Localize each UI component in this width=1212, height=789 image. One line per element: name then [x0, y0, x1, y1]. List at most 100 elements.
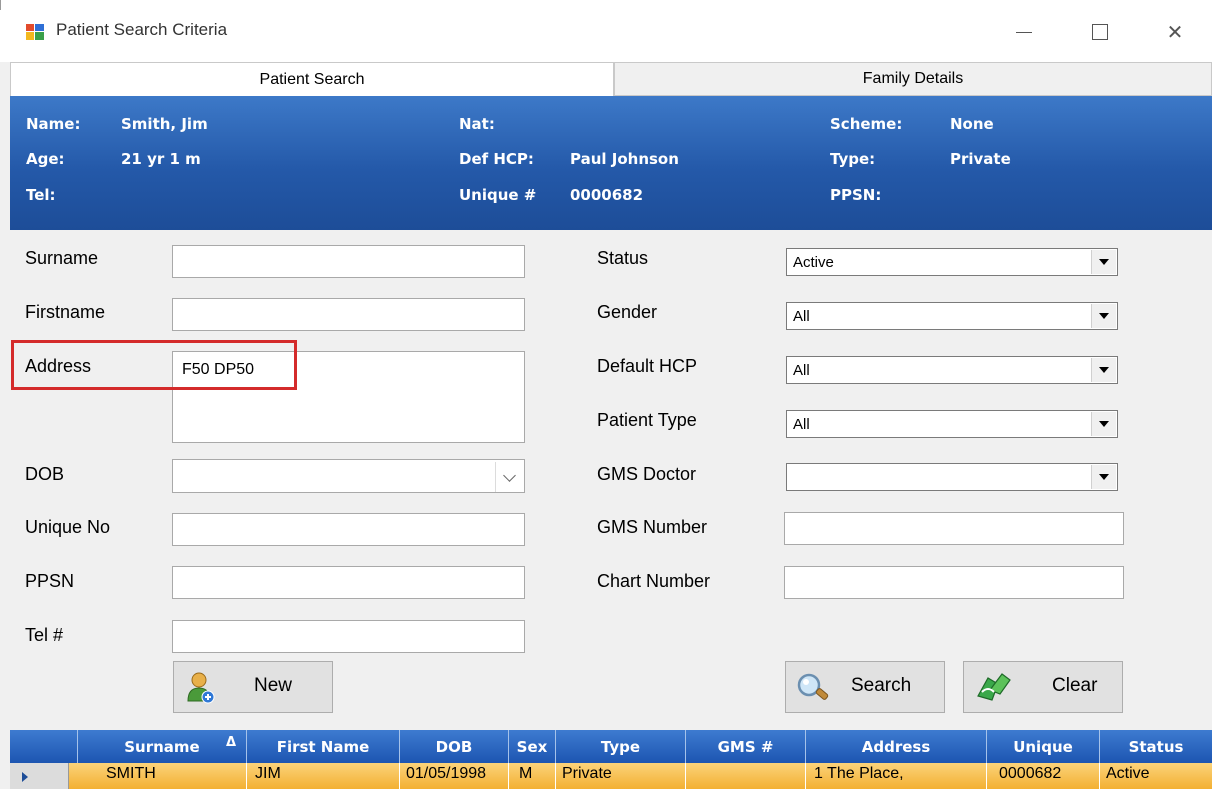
gms-number-input[interactable]	[784, 512, 1124, 545]
cell-gms	[686, 763, 806, 789]
dob-dropdown-button[interactable]	[495, 462, 522, 492]
unique-value: 0000682	[570, 186, 644, 204]
def-hcp-label: Def HCP:	[459, 150, 534, 168]
row-selector[interactable]	[10, 763, 69, 789]
status-dropdown-button[interactable]	[1091, 250, 1116, 274]
sort-ascending-icon: Δ	[225, 735, 236, 750]
close-button[interactable]: ✕	[1152, 14, 1198, 50]
col-gms[interactable]: GMS #	[686, 730, 806, 763]
unique-no-label: Unique No	[25, 517, 111, 537]
col-surname-label: Surname	[124, 737, 200, 756]
col-unique[interactable]: Unique	[987, 730, 1100, 763]
tel-label: Tel #	[25, 625, 64, 645]
maximize-button[interactable]	[1077, 14, 1123, 50]
default-hcp-value: All	[793, 362, 810, 379]
app-icon	[26, 24, 44, 40]
name-label: Name:	[26, 115, 81, 133]
patient-type-select[interactable]: All	[786, 410, 1118, 438]
cell-sex: M	[509, 763, 556, 789]
cell-type: Private	[556, 763, 686, 789]
col-first-name-label: First Name	[276, 737, 370, 756]
gender-label: Gender	[597, 302, 658, 322]
dob-label: DOB	[25, 464, 65, 484]
search-button-label: Search	[851, 675, 912, 696]
patient-summary-header: Name: Smith, Jim Age: 21 yr 1 m Tel: Nat…	[10, 96, 1212, 230]
type-value: Private	[950, 150, 1011, 168]
address-highlight-box	[11, 340, 297, 390]
clear-button-label: Clear	[1052, 675, 1098, 696]
table-row[interactable]: SMITH JIM 01/05/1998 M Private 1 The Pla…	[10, 763, 1212, 789]
new-button-label: New	[254, 675, 293, 696]
current-row-icon	[22, 772, 28, 782]
unique-label: Unique #	[459, 186, 537, 204]
cell-address: 1 The Place,	[806, 763, 987, 789]
gender-select[interactable]: All	[786, 302, 1118, 330]
gms-doctor-label: GMS Doctor	[597, 464, 697, 484]
col-sex-label: Sex	[516, 737, 548, 756]
col-address[interactable]: Address	[806, 730, 987, 763]
chevron-down-icon	[502, 468, 516, 482]
results-grid-header: Surname Δ First Name DOB Sex Type GMS # …	[10, 730, 1212, 763]
tab-family-details[interactable]: Family Details	[614, 62, 1212, 96]
chevron-down-icon	[1099, 367, 1109, 373]
status-value: Active	[793, 254, 834, 271]
age-value: 21 yr 1 m	[121, 150, 201, 168]
col-surname[interactable]: Surname Δ	[78, 730, 247, 763]
col-status-label: Status	[1128, 737, 1184, 756]
col-type[interactable]: Type	[556, 730, 686, 763]
cell-dob: 01/05/1998	[400, 763, 509, 789]
col-gms-label: GMS #	[717, 737, 774, 756]
tab-patient-search[interactable]: Patient Search	[10, 62, 614, 96]
magnifier-icon	[797, 673, 829, 700]
status-select[interactable]: Active	[786, 248, 1118, 276]
status-label: Status	[597, 248, 649, 268]
ppsn-label: PPSN	[25, 571, 75, 591]
window-title: Patient Search Criteria	[56, 20, 228, 39]
scheme-label: Scheme:	[830, 115, 903, 133]
firstname-input[interactable]	[172, 298, 525, 331]
tab-strip: Patient Search Family Details	[10, 62, 1212, 96]
patient-type-value: All	[793, 416, 810, 433]
chevron-down-icon	[1099, 313, 1109, 319]
surname-input[interactable]	[172, 245, 525, 278]
cell-status: Active	[1106, 765, 1150, 782]
gender-value: All	[793, 308, 810, 325]
scheme-value: None	[950, 115, 994, 133]
cell-first-name: JIM	[247, 763, 400, 789]
col-type-label: Type	[600, 737, 641, 756]
default-hcp-select[interactable]: All	[786, 356, 1118, 384]
chevron-down-icon	[1099, 421, 1109, 427]
patient-type-label: Patient Type	[597, 410, 697, 430]
col-dob[interactable]: DOB	[400, 730, 509, 763]
chevron-down-icon	[1099, 474, 1109, 480]
gms-doctor-dropdown-button[interactable]	[1091, 465, 1116, 489]
nat-label: Nat:	[459, 115, 495, 133]
tab-label: Family Details	[862, 70, 964, 87]
ppsn-input[interactable]	[172, 566, 525, 599]
chevron-down-icon	[1099, 259, 1109, 265]
col-status[interactable]: Status	[1100, 730, 1212, 763]
unique-no-input[interactable]	[172, 513, 525, 546]
col-dob-label: DOB	[435, 737, 473, 756]
gender-dropdown-button[interactable]	[1091, 304, 1116, 328]
minimize-button[interactable]	[1001, 14, 1047, 50]
patient-type-dropdown-button[interactable]	[1091, 412, 1116, 436]
row-header-corner	[10, 730, 78, 763]
col-first-name[interactable]: First Name	[247, 730, 400, 763]
chart-number-label: Chart Number	[597, 571, 711, 591]
tab-label: Patient Search	[259, 70, 365, 88]
surname-label: Surname	[25, 248, 99, 268]
ppsn-label: PPSN:	[830, 186, 882, 204]
col-sex[interactable]: Sex	[509, 730, 556, 763]
tel-input[interactable]	[172, 620, 525, 653]
dob-datepicker[interactable]	[172, 459, 525, 493]
gms-doctor-select[interactable]	[786, 463, 1118, 491]
maximize-icon	[1092, 24, 1108, 40]
default-hcp-dropdown-button[interactable]	[1091, 358, 1116, 382]
clear-button[interactable]: Clear	[963, 661, 1123, 713]
search-button[interactable]: Search	[785, 661, 945, 713]
add-user-icon	[187, 672, 215, 704]
chart-number-input[interactable]	[784, 566, 1124, 599]
name-value: Smith, Jim	[121, 115, 208, 133]
new-button[interactable]: New	[173, 661, 333, 713]
